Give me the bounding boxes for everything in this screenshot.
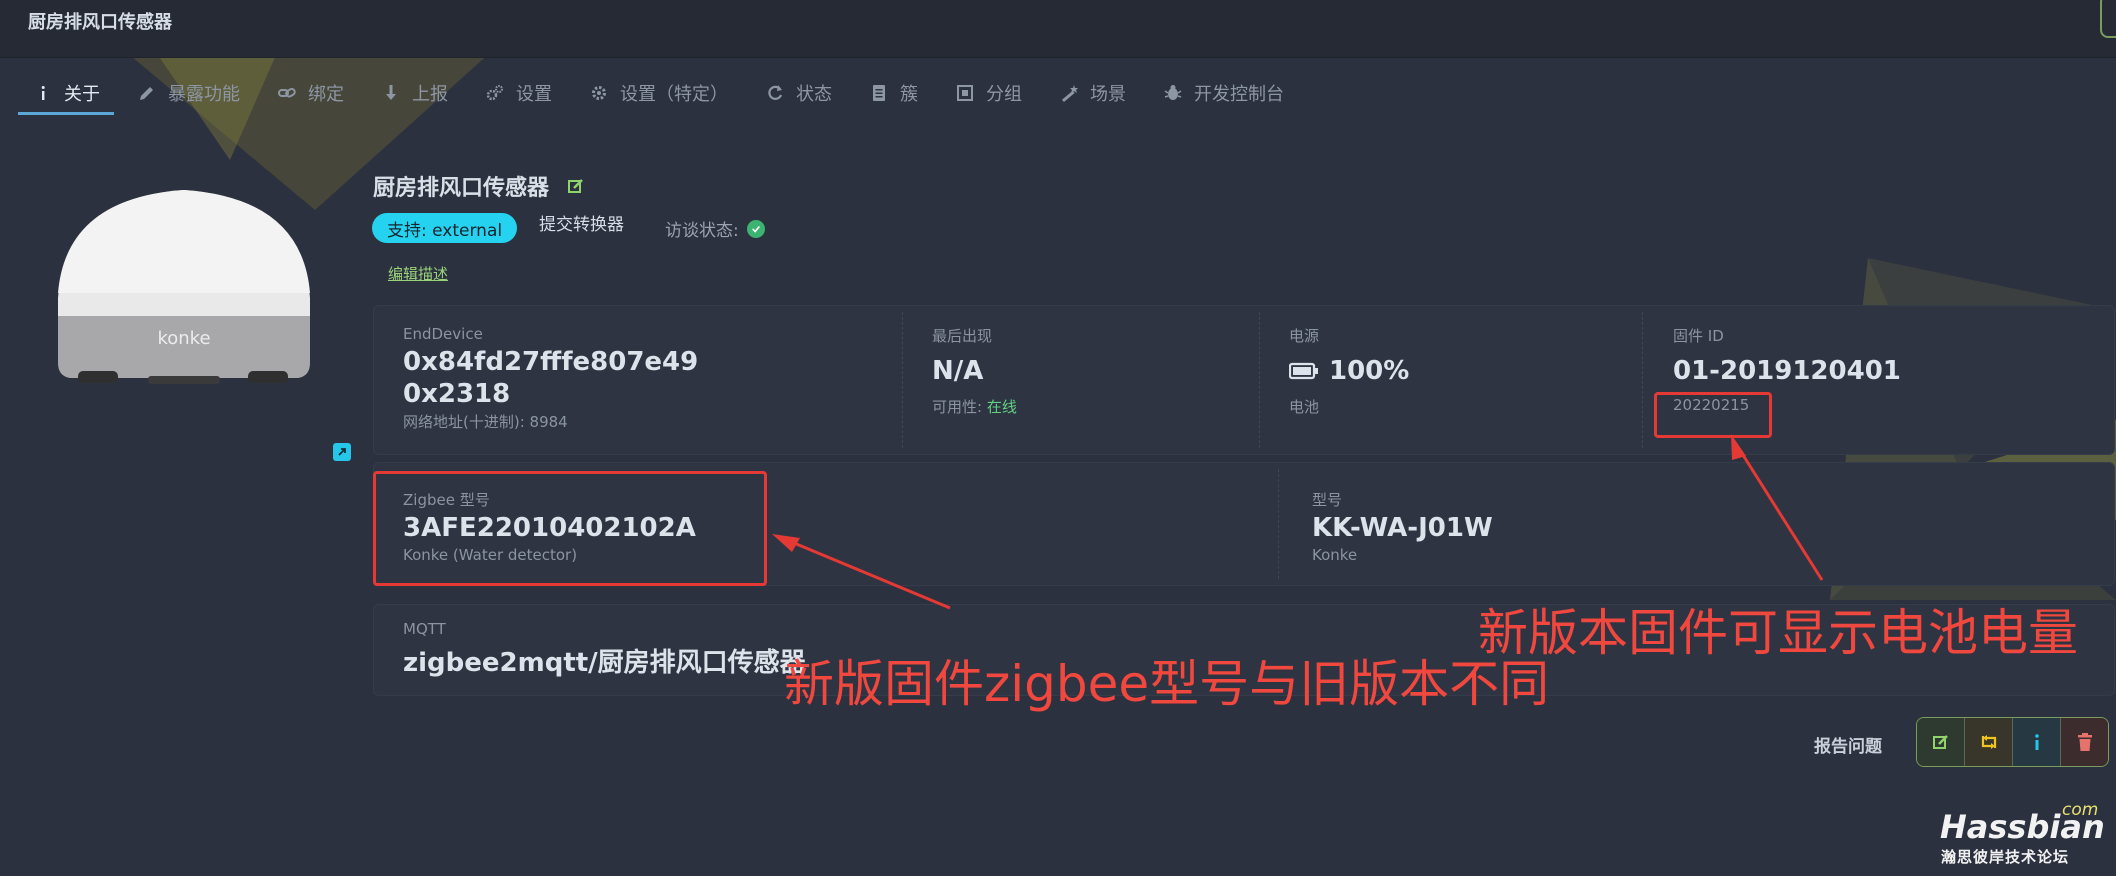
trash-icon	[2077, 733, 2092, 751]
device-type-label: EndDevice	[403, 325, 483, 343]
mqtt-label: MQTT	[403, 620, 446, 638]
model-label: 型号	[1312, 491, 1343, 509]
zigbee-model-highlight	[373, 471, 767, 586]
firmware-id: 01-2019120401	[1673, 356, 1901, 386]
availability-value: 在线	[986, 398, 1017, 416]
interview-label: 访谈状态:	[665, 221, 739, 241]
window-titlebar: 厨房排风口传感器	[0, 0, 2116, 58]
pencil-icon	[136, 82, 158, 104]
device-image-brand: konke	[157, 328, 210, 349]
gear-icon	[588, 82, 610, 104]
tab-label: 暴露功能	[168, 84, 240, 105]
tab-label: 状态	[796, 84, 832, 105]
model-column: 型号 KK-WA-J01W Konke	[1312, 463, 1812, 585]
network-address-dec: 网络地址(十进制): 8984	[403, 413, 568, 431]
device-name: 厨房排风口传感器	[373, 176, 550, 201]
reconfigure-button[interactable]	[1964, 718, 2012, 766]
firmware-date-highlight	[1654, 392, 1772, 438]
refresh-icon	[764, 82, 786, 104]
swap-icon	[1981, 735, 1996, 749]
info-icon	[32, 82, 54, 104]
document-icon	[868, 82, 890, 104]
bug-icon	[1162, 82, 1184, 104]
check-circle-icon	[746, 219, 765, 238]
last-seen-column: 最后出现 N/A 可用性: 在线	[932, 306, 1232, 454]
support-badge[interactable]: 支持: external	[372, 213, 518, 243]
magic-icon	[1058, 82, 1080, 104]
model-vendor: Konke	[1312, 546, 1358, 564]
device-name-row: 厨房排风口传感器	[373, 170, 585, 202]
column-divider	[1278, 469, 1279, 579]
tab-about[interactable]: 关于	[18, 74, 114, 115]
interview-status: 访谈状态:	[665, 216, 765, 241]
firmware-label: 固件 ID	[1673, 327, 1724, 345]
power-source: 电池	[1289, 398, 1320, 416]
tab-settings[interactable]: 设置	[470, 74, 566, 112]
network-address-hex: 0x2318	[403, 379, 511, 409]
availability-label: 可用性:	[932, 398, 987, 416]
column-divider	[1259, 312, 1260, 448]
tab-state[interactable]: 状态	[750, 74, 846, 112]
interview-button[interactable]	[2012, 718, 2060, 766]
power-value-row: 100%	[1289, 356, 1619, 386]
tab-reporting[interactable]: 上报	[366, 74, 462, 112]
zigbee-model-annotation: 新版固件zigbee型号与旧版本不同	[784, 655, 1550, 713]
model-value: KK-WA-J01W	[1312, 513, 1493, 543]
watermark-com: com	[2062, 800, 2099, 820]
tab-label: 分组	[986, 84, 1022, 105]
watermark-subtitle: 瀚思彼岸技术论坛	[1941, 848, 2070, 866]
power-column: 电源 100% 电池	[1289, 306, 1619, 454]
tab-label: 簇	[900, 84, 918, 105]
last-seen-value: N/A	[932, 356, 984, 386]
frame-icon	[954, 82, 976, 104]
ieee-column: EndDevice 0x84fd27fffe807e49 0x2318 网络地址…	[403, 306, 883, 454]
last-seen-label: 最后出现	[932, 327, 993, 345]
tab-label: 开发控制台	[1194, 84, 1284, 105]
battery-annotation: 新版本固件可显示电池电量	[1478, 604, 2078, 662]
tab-bar: 关于 暴露功能 绑定 上报 设置 设置（特定） 状态 簇 分组 场景 开发控制台	[18, 74, 1306, 118]
open-external-icon[interactable]	[333, 443, 351, 461]
window-title: 厨房排风口传感器	[28, 12, 172, 33]
link-icon	[276, 82, 298, 104]
tab-bind[interactable]: 绑定	[262, 74, 358, 112]
info-icon	[2034, 734, 2039, 750]
column-divider	[902, 312, 903, 448]
tab-scenes[interactable]: 场景	[1044, 74, 1140, 112]
tab-groups[interactable]: 分组	[940, 74, 1036, 112]
ieee-address: 0x84fd27fffe807e49	[403, 347, 699, 377]
device-action-buttons	[1916, 717, 2109, 767]
battery-full-icon	[1289, 362, 1318, 380]
edit-description-link[interactable]: 编辑描述	[388, 263, 448, 284]
tab-label: 设置（特定）	[620, 84, 728, 105]
tab-clusters[interactable]: 簇	[854, 74, 932, 112]
titlebar-edge-button[interactable]	[2100, 0, 2116, 38]
submit-converter-link[interactable]: 提交转换器	[539, 210, 624, 235]
download-icon	[380, 82, 402, 104]
edit-icon	[1932, 735, 1948, 749]
tab-label: 场景	[1090, 84, 1126, 105]
edit-name-icon[interactable]	[567, 177, 585, 195]
tab-label: 上报	[412, 84, 448, 105]
edit-device-button[interactable]	[1917, 718, 1964, 766]
report-issue-link[interactable]: 报告问题	[1814, 732, 1882, 757]
power-value: 100%	[1329, 356, 1410, 386]
tab-exposes[interactable]: 暴露功能	[122, 74, 254, 112]
tab-dev-console[interactable]: 开发控制台	[1148, 74, 1298, 112]
device-image: konke	[58, 190, 310, 384]
tab-label: 绑定	[308, 84, 344, 105]
power-label: 电源	[1289, 327, 1320, 345]
device-info-card: EndDevice 0x84fd27fffe807e49 0x2318 网络地址…	[373, 305, 2115, 455]
column-divider	[1642, 312, 1643, 448]
tab-label: 设置	[516, 84, 552, 105]
tab-settings-specific[interactable]: 设置（特定）	[574, 74, 742, 112]
tab-label: 关于	[64, 84, 100, 105]
availability: 可用性: 在线	[932, 396, 1232, 417]
gears-icon	[484, 82, 506, 104]
remove-device-button[interactable]	[2060, 718, 2108, 766]
